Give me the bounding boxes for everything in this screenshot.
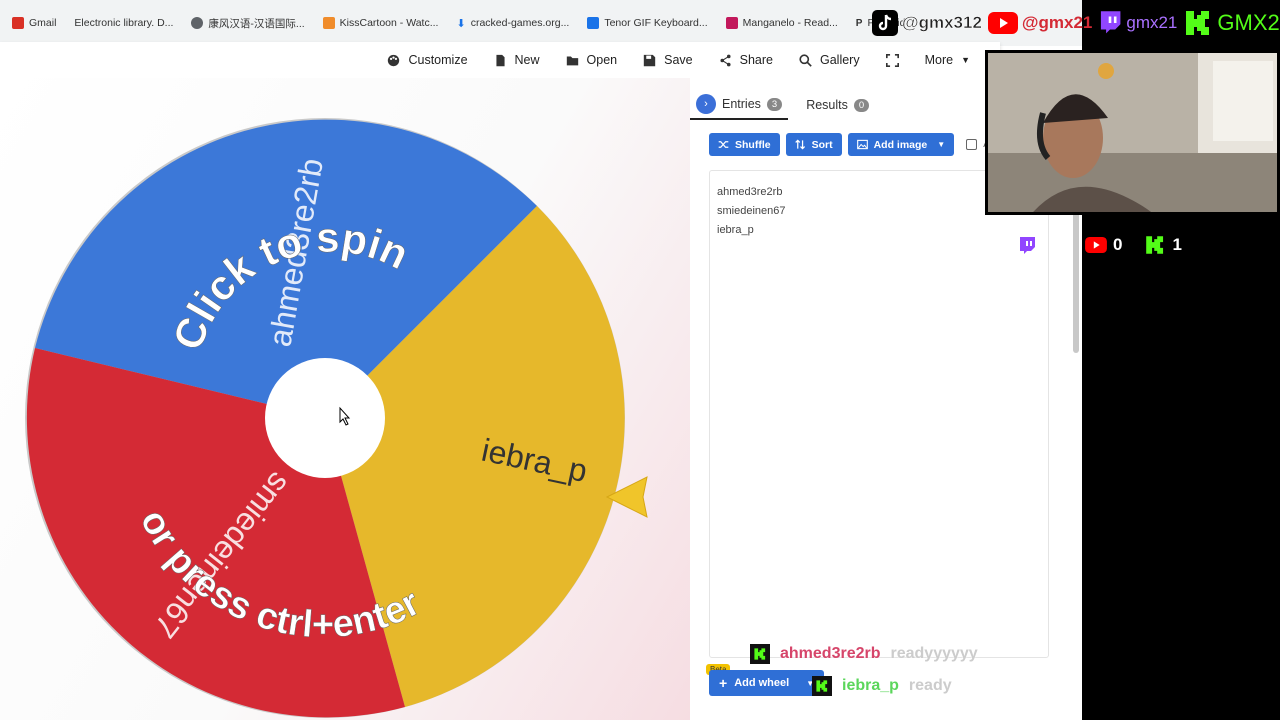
kick-badge-icon xyxy=(750,644,770,664)
entries-actions: Shuffle Sort Add image ▼ Adva xyxy=(709,133,1006,156)
youtube-icon xyxy=(1085,237,1107,253)
entries-textarea[interactable]: ahmed3re2rb smiedeinen67 iebra_p xyxy=(709,170,1049,658)
bookmark-chinese-site[interactable]: 康风汉语-汉语国际... xyxy=(183,11,312,35)
kick-handle: GMX2 xyxy=(1183,8,1280,38)
advanced-checkbox[interactable] xyxy=(966,139,978,150)
caret-down-icon: ▼ xyxy=(937,140,946,149)
scrollbar[interactable] xyxy=(1073,203,1079,353)
kick-counter: 1 xyxy=(1144,234,1182,256)
chat-username: ahmed3re2rb xyxy=(780,645,881,662)
bookmark-electronic-library[interactable]: Electronic library. D... xyxy=(66,11,181,35)
customize-button[interactable]: Customize xyxy=(377,45,477,75)
wheel-stage: ahmed3re2rb iebra_p smiedeinen67 Click t… xyxy=(0,78,690,720)
chat-text: readyyyyyy xyxy=(890,645,978,662)
tab-entries[interactable]: › Entries 3 xyxy=(690,90,789,120)
share-icon xyxy=(720,54,731,66)
new-button[interactable]: New xyxy=(484,45,550,75)
save-button[interactable]: Save xyxy=(633,45,703,75)
shuffle-button[interactable]: Shuffle xyxy=(709,133,780,156)
tiktok-handle: @gmx312 xyxy=(872,10,982,36)
stream-counters: 0 1 xyxy=(1085,234,1182,256)
share-button[interactable]: Share xyxy=(709,45,783,75)
tiktok-icon xyxy=(872,10,898,36)
youtube-icon xyxy=(987,12,1018,34)
bookmark-manganelo[interactable]: Manganelo - Read... xyxy=(718,11,846,35)
youtube-handle: @gmx21 xyxy=(987,12,1092,34)
chevron-right-icon[interactable]: › xyxy=(696,94,716,114)
stream-socials: @gmx312 @gmx21 gmx21 GMX2 xyxy=(872,4,1280,42)
bookmark-kisscartoon[interactable]: KissCartoon - Watc... xyxy=(315,11,447,35)
gif-icon xyxy=(587,17,600,29)
kick-icon xyxy=(1186,11,1210,35)
webcam-image xyxy=(988,53,1277,212)
palette-icon xyxy=(388,54,400,66)
save-icon xyxy=(643,54,656,66)
chat-username: iebra_p xyxy=(842,677,899,694)
entries-count-badge: 3 xyxy=(766,97,783,111)
open-button[interactable]: Open xyxy=(556,45,628,75)
wheel-center-hub[interactable] xyxy=(265,358,385,478)
sort-icon xyxy=(794,139,805,150)
bookmark-cracked-games[interactable]: ⬇ cracked-games.org... xyxy=(448,11,577,35)
shuffle-icon xyxy=(718,141,729,148)
spin-wheel[interactable]: ahmed3re2rb iebra_p smiedeinen67 Click t… xyxy=(0,78,690,720)
fullscreen-icon xyxy=(885,53,899,67)
twitch-handle: gmx21 xyxy=(1098,10,1177,36)
webcam-feed xyxy=(985,50,1280,215)
globe-icon xyxy=(191,17,204,29)
wheel-pointer-icon xyxy=(605,476,648,518)
kick-badge-icon xyxy=(812,676,832,696)
panel-tabs: › Entries 3 Results 0 xyxy=(690,90,875,120)
entry-line: iebra_p xyxy=(717,224,754,236)
chat-message: ahmed3re2rb readyyyyyy xyxy=(750,638,978,670)
youtube-counter: 0 xyxy=(1085,235,1122,255)
image-icon xyxy=(856,139,868,150)
caret-down-icon: ▼ xyxy=(961,55,970,65)
search-icon xyxy=(799,53,812,67)
panzoid-icon: P xyxy=(855,17,863,29)
kisscartoon-icon xyxy=(322,17,335,29)
twitch-icon[interactable] xyxy=(1018,236,1036,256)
bookmark-gmail[interactable]: Gmail xyxy=(4,11,64,35)
stream-chat: ahmed3re2rb readyyyyyy iebra_p ready xyxy=(750,638,978,702)
bookmark-tenor[interactable]: Tenor GIF Keyboard... xyxy=(579,11,715,35)
fullscreen-button[interactable] xyxy=(876,45,909,75)
chat-text: ready xyxy=(908,677,952,694)
app-toolbar: Customize New Open Save Share Gallery Mo… xyxy=(0,42,1000,78)
sort-button[interactable]: Sort xyxy=(785,133,842,156)
new-file-icon xyxy=(495,54,505,66)
more-button[interactable]: More ▼ xyxy=(915,45,980,75)
twitch-icon xyxy=(1101,11,1121,34)
gmail-icon xyxy=(12,17,24,29)
plus-icon: + xyxy=(719,675,728,691)
download-icon: ⬇ xyxy=(456,17,466,30)
gallery-button[interactable]: Gallery xyxy=(789,45,870,75)
folder-icon xyxy=(566,55,578,65)
tab-results[interactable]: Results 0 xyxy=(800,94,875,116)
chat-message: iebra_p ready xyxy=(812,670,978,702)
results-count-badge: 0 xyxy=(853,98,870,112)
manganelo-icon xyxy=(725,17,738,29)
add-image-button[interactable]: Add image ▼ xyxy=(847,133,955,156)
kick-icon xyxy=(1146,236,1164,254)
